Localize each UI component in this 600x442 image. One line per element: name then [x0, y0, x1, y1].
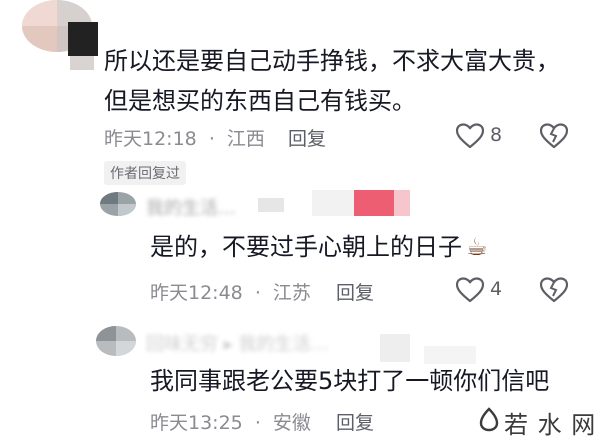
comment-nickname[interactable]: 回味无穷 ▸ 我的生活…	[146, 330, 328, 356]
author-replied-badge: 作者回复过	[104, 161, 186, 185]
meta-separator: ·	[254, 282, 261, 304]
reply-button[interactable]: 回复	[288, 124, 326, 151]
reply-button[interactable]: 回复	[336, 278, 374, 305]
meta-separator: ·	[254, 412, 261, 434]
comment-meta: 昨天12:48 · 江苏	[150, 278, 311, 305]
comment-location: 江苏	[272, 282, 311, 304]
comment-location: 江西	[226, 128, 265, 150]
avatar-mosaic-block	[70, 56, 94, 70]
dislike-icon[interactable]	[540, 277, 568, 303]
comment-meta: 昨天12:18 · 江西	[104, 124, 265, 151]
avatar[interactable]	[96, 326, 136, 356]
nickname-mosaic-block	[380, 334, 410, 362]
comment-text: 但是想买的东西自己有钱买。	[104, 87, 416, 115]
nickname-mosaic-block	[354, 190, 394, 216]
heart-icon[interactable]	[456, 277, 484, 303]
heart-icon[interactable]	[456, 123, 484, 149]
comment-text: 是的，不要过手心朝上的日子 ☕	[150, 233, 488, 261]
reply-button[interactable]: 回复	[336, 408, 374, 435]
dislike-icon[interactable]	[540, 123, 568, 149]
comment-nickname[interactable]: 我的生活…	[146, 194, 236, 220]
coffee-emoji: ☕	[466, 233, 488, 261]
nickname-mosaic-block	[424, 346, 476, 364]
comment-text: 我同事跟老公要5块打了一顿你们信吧	[150, 367, 550, 395]
watermark-text: 若 水 网	[504, 411, 597, 439]
avatar[interactable]	[100, 192, 136, 216]
like-count: 4	[490, 278, 503, 300]
nickname-mosaic-block	[394, 190, 410, 216]
comment-location: 安徽	[272, 412, 311, 434]
meta-separator: ·	[208, 128, 215, 150]
like-count: 8	[490, 124, 503, 146]
comment-time: 昨天12:18	[104, 128, 197, 150]
comment-text: 所以还是要自己动手挣钱，不求大富大贵，	[104, 47, 560, 75]
nickname-mosaic-block	[312, 190, 354, 216]
comment-time: 昨天12:48	[150, 282, 243, 304]
comment-meta: 昨天13:25 · 安徽	[150, 408, 311, 435]
watermark-logo-icon	[476, 406, 502, 436]
nickname-mosaic-block	[258, 198, 284, 212]
comment-time: 昨天13:25	[150, 412, 243, 434]
avatar-mosaic-block	[68, 22, 98, 56]
